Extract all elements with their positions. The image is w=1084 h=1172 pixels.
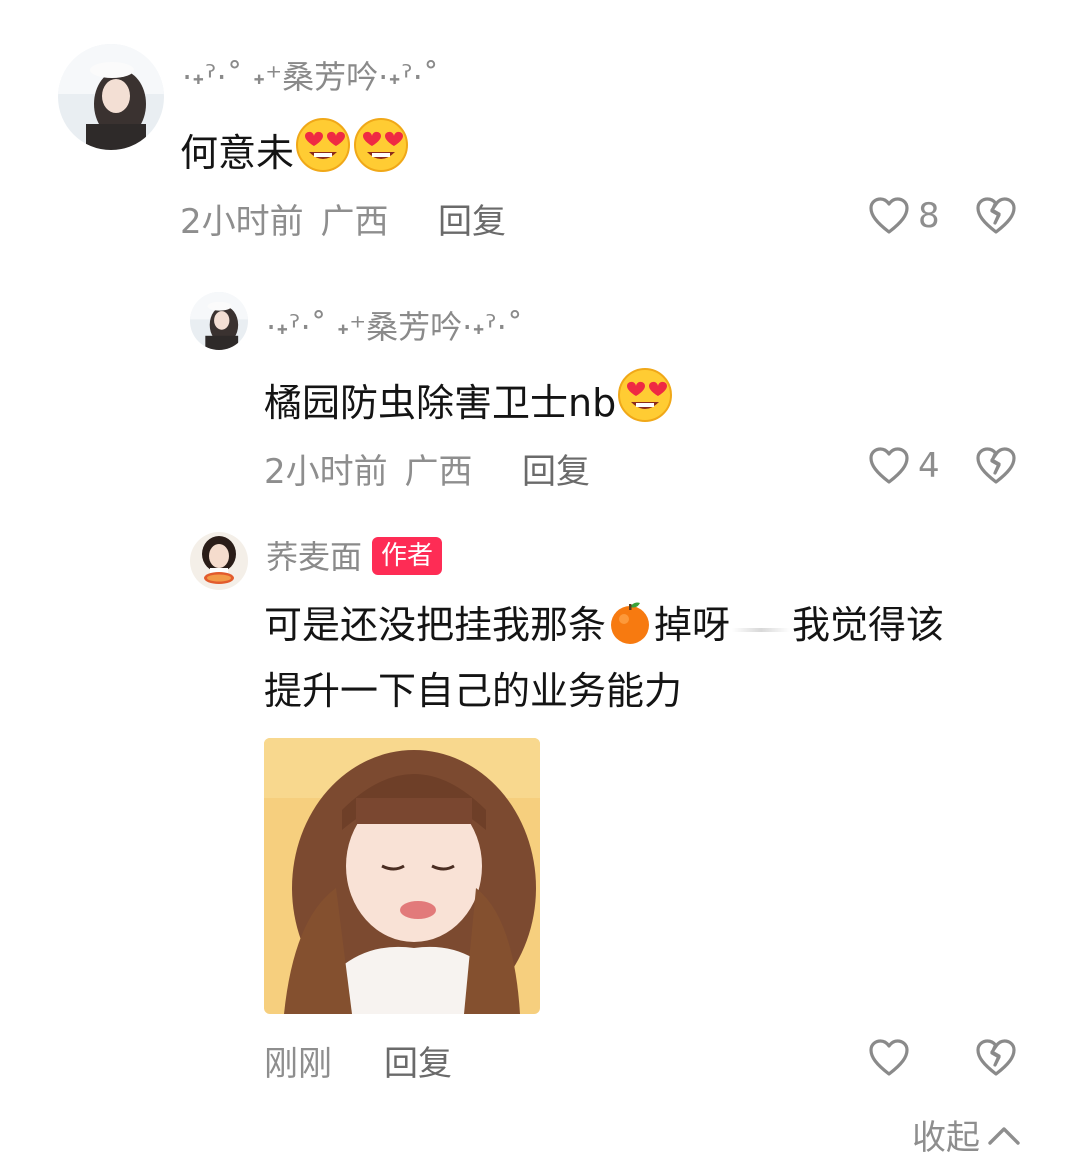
username[interactable]: ·˖ˀ⋅˚ ˖⁺桑芳吟·˖ˀ⋅˚ bbox=[266, 302, 523, 348]
comment-text: 何意未 bbox=[180, 116, 410, 190]
reply-button[interactable]: 回复 bbox=[384, 1036, 452, 1085]
chevron-up-icon bbox=[988, 1126, 1020, 1145]
strike-mark bbox=[732, 628, 791, 632]
username[interactable]: ·˖ˀ⋅˚ ˖⁺桑芳吟·˖ˀ⋅˚ bbox=[182, 52, 439, 98]
broken-heart-icon bbox=[976, 197, 1016, 234]
author-avatar[interactable] bbox=[190, 532, 248, 590]
like-count: 8 bbox=[918, 196, 940, 236]
comment-segment: 我觉得该 bbox=[792, 603, 945, 647]
comment-line: 提升一下自己的业务能力 bbox=[264, 669, 683, 713]
timestamp: 2小时前 bbox=[264, 452, 388, 492]
reply-button[interactable]: 回复 bbox=[522, 444, 590, 493]
comment-image[interactable] bbox=[264, 738, 540, 1014]
comment-item: ·˖ˀ⋅˚ ˖⁺桑芳吟·˖ˀ⋅˚ 何意未 2小时前 广西 回复 8 bbox=[0, 0, 1084, 260]
timestamp: 2小时前 bbox=[180, 202, 304, 242]
comment-line: 可是还没把挂我那条 掉呀 我觉得该 bbox=[264, 596, 1024, 662]
collapse-replies-button[interactable]: 收起 bbox=[912, 1110, 1022, 1159]
dislike-button[interactable] bbox=[975, 1038, 1017, 1082]
heart-icon bbox=[869, 1039, 909, 1076]
heart-icon bbox=[869, 447, 909, 484]
comment-text: 橘园防虫除害卫士nb bbox=[264, 366, 674, 440]
reply-item: 荞麦面 作者 可是还没把挂我那条 掉呀 我觉得该 提升一下自己的业务能力 刚刚 回复 bbox=[0, 510, 1084, 1090]
like-count: 4 bbox=[918, 446, 940, 486]
heart-eyes-emoji-icon bbox=[616, 366, 674, 440]
dislike-button[interactable] bbox=[975, 196, 1017, 240]
heart-eyes-emoji-icon bbox=[294, 116, 352, 190]
timestamp: 刚刚 bbox=[264, 1044, 332, 1084]
username[interactable]: 荞麦面 作者 bbox=[266, 532, 443, 578]
broken-heart-icon bbox=[976, 1039, 1016, 1076]
comment-segment: 可是还没把挂我那条 bbox=[264, 603, 607, 647]
broken-heart-icon bbox=[976, 447, 1016, 484]
collapse-label: 收起 bbox=[912, 1118, 980, 1158]
comment-meta: 2小时前 广西 bbox=[180, 194, 388, 243]
reply-button[interactable]: 回复 bbox=[438, 194, 506, 243]
comment-meta: 2小时前 广西 bbox=[264, 444, 472, 493]
orange-emoji-icon bbox=[606, 598, 654, 662]
avatar[interactable] bbox=[190, 292, 248, 350]
comment-meta: 刚刚 bbox=[264, 1036, 332, 1085]
reply-item: ·˖ˀ⋅˚ ˖⁺桑芳吟·˖ˀ⋅˚ 橘园防虫除害卫士nb 2小时前 广西 回复 4 bbox=[0, 260, 1084, 510]
heart-eyes-emoji-icon bbox=[352, 116, 410, 190]
location: 广西 bbox=[404, 452, 473, 492]
like-button[interactable] bbox=[868, 1038, 918, 1078]
comment-body: 橘园防虫除害卫士nb bbox=[264, 381, 617, 425]
like-button[interactable]: 8 bbox=[868, 196, 940, 236]
like-button[interactable]: 4 bbox=[868, 446, 940, 486]
author-badge: 作者 bbox=[372, 537, 443, 575]
author-name: 荞麦面 bbox=[266, 538, 363, 576]
dislike-button[interactable] bbox=[975, 446, 1017, 490]
avatar[interactable] bbox=[58, 44, 164, 150]
location: 广西 bbox=[320, 202, 389, 242]
comment-text: 可是还没把挂我那条 掉呀 我觉得该 提升一下自己的业务能力 bbox=[264, 596, 1024, 720]
heart-icon bbox=[869, 197, 909, 234]
comment-body: 何意未 bbox=[180, 131, 295, 175]
comment-segment: 掉呀 bbox=[654, 603, 731, 647]
